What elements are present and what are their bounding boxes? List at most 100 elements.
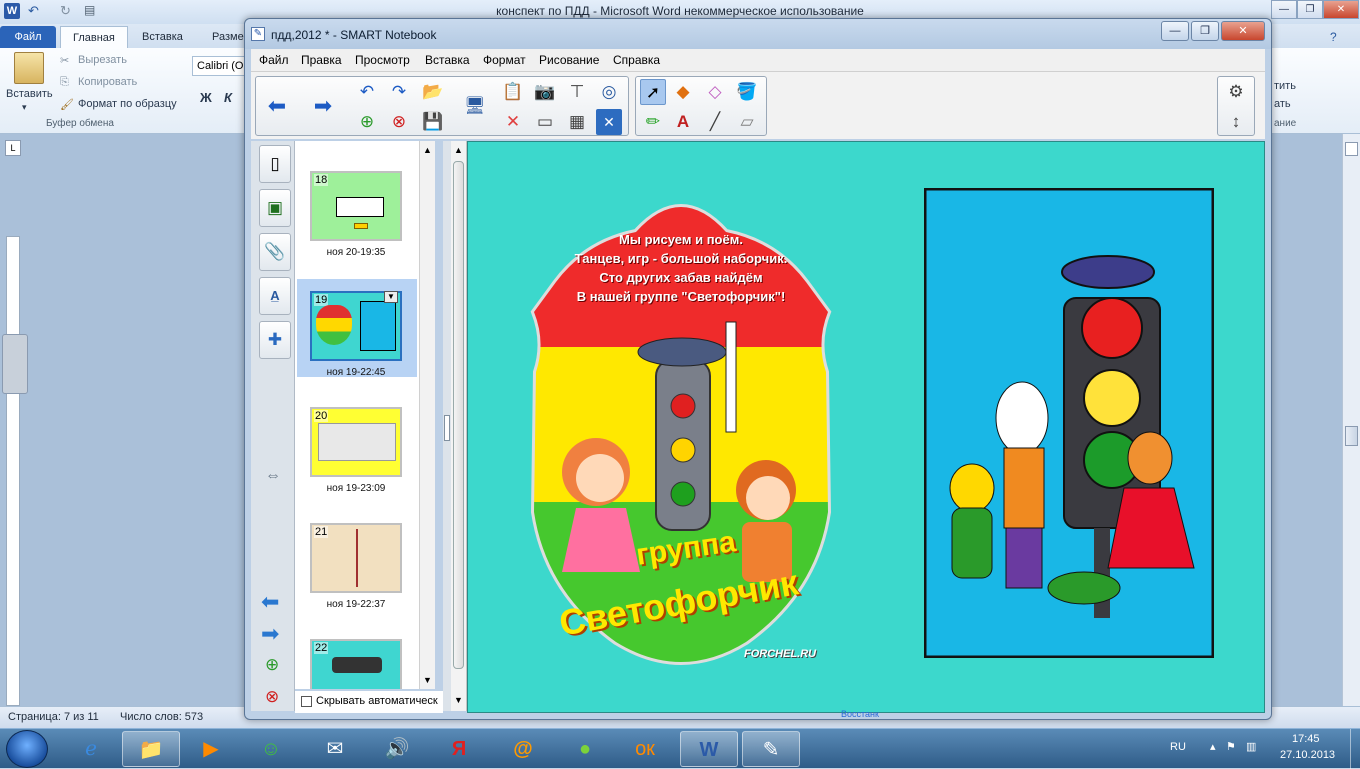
word-icon[interactable]: W bbox=[680, 731, 738, 767]
menu-format[interactable]: Формат bbox=[483, 53, 526, 67]
copy-icon[interactable]: ⎘ bbox=[60, 76, 69, 89]
tray-arrow-icon[interactable]: ▴ bbox=[1210, 740, 1216, 753]
slide-menu-arrow-icon[interactable]: ▼ bbox=[384, 291, 398, 303]
explorer-icon[interactable]: 📁 bbox=[122, 731, 180, 767]
gallery-tab-icon[interactable]: ▣ bbox=[259, 189, 291, 227]
smart-app-icon[interactable]: ✎ bbox=[251, 27, 265, 41]
word-close-button[interactable]: ✕ bbox=[1323, 0, 1359, 19]
ie-icon[interactable]: ℯ bbox=[62, 731, 120, 767]
font-name-combo[interactable]: Calibri (О bbox=[192, 56, 248, 76]
word-minimize-button[interactable]: — bbox=[1271, 0, 1297, 19]
add-page-icon[interactable]: ⊕ bbox=[354, 109, 380, 135]
display-screen-icon[interactable]: 🖥 bbox=[462, 93, 488, 119]
select-tool-icon[interactable]: ➚ bbox=[640, 79, 666, 105]
start-button[interactable] bbox=[6, 730, 48, 768]
pane-splitter[interactable] bbox=[443, 141, 451, 711]
traffic-light-characters-image[interactable] bbox=[924, 188, 1214, 658]
slide-thumbnail[interactable]: 22 bbox=[310, 639, 402, 689]
clock-time[interactable]: 17:45 bbox=[1292, 733, 1320, 745]
word-maximize-button[interactable]: ❐ bbox=[1297, 0, 1323, 19]
slide-thumbnail-selected[interactable]: 19 ▼ bbox=[310, 291, 402, 361]
network-icon[interactable]: ▥ bbox=[1246, 740, 1256, 753]
word-vertical-scrollbar[interactable] bbox=[1342, 134, 1360, 706]
move-toolbar-icon[interactable]: ↕ bbox=[1223, 109, 1249, 135]
ok-icon[interactable]: ок bbox=[616, 731, 674, 767]
menu-insert[interactable]: Вставка bbox=[425, 53, 470, 67]
smart-maximize-button[interactable]: ❐ bbox=[1191, 21, 1219, 41]
slide-thumbnail[interactable]: 18 bbox=[310, 171, 402, 241]
view-ruler-icon[interactable] bbox=[1345, 142, 1358, 156]
properties-tab-icon[interactable]: A̲ bbox=[259, 277, 291, 315]
format-painter-button[interactable]: Формат по образцу bbox=[78, 98, 177, 110]
tab-selector[interactable]: L bbox=[5, 140, 21, 156]
notebook-canvas[interactable]: Мы рисуем и поём. Танцев, игр - большой … bbox=[467, 141, 1265, 713]
slide-thumbnail[interactable]: 20 bbox=[310, 407, 402, 477]
paste-button[interactable]: Вставить bbox=[6, 88, 53, 100]
table-icon[interactable]: ▦ bbox=[564, 109, 590, 135]
paste-icon-smart[interactable]: 📋 bbox=[500, 79, 526, 105]
mail-icon[interactable]: ✉ bbox=[306, 731, 364, 767]
canvas-scroll-down-icon[interactable]: ▼ bbox=[454, 695, 463, 705]
sorter-scrollbar[interactable]: ▲ ▼ bbox=[419, 141, 435, 689]
shade-icon[interactable]: ▭ bbox=[532, 109, 558, 135]
smart-close-button[interactable]: ✕ bbox=[1221, 21, 1265, 41]
status-page[interactable]: Страница: 7 из 11 bbox=[8, 711, 99, 723]
doc-camera-icon[interactable]: ◎ bbox=[596, 79, 622, 105]
language-indicator[interactable]: RU bbox=[1170, 741, 1186, 753]
word-scroll-thumb[interactable] bbox=[1345, 426, 1358, 446]
autohide-option[interactable]: Скрывать автоматическ bbox=[295, 691, 443, 713]
line-tool-icon[interactable]: ╱ bbox=[702, 109, 728, 135]
ruler-handle[interactable] bbox=[2, 334, 28, 394]
settings-gear-icon[interactable]: ⚙ bbox=[1223, 79, 1249, 105]
flag-icon[interactable]: ⚑ bbox=[1226, 740, 1236, 753]
fill-tool-icon[interactable]: 🪣 bbox=[734, 79, 760, 105]
canvas-scroll-thumb[interactable] bbox=[453, 161, 464, 669]
menu-view[interactable]: Просмотр bbox=[355, 53, 410, 67]
status-words[interactable]: Число слов: 573 bbox=[120, 711, 203, 723]
slide-thumbnail[interactable]: 21 bbox=[310, 523, 402, 593]
media-player-icon[interactable]: ▶ bbox=[182, 731, 240, 767]
attachments-tab-icon[interactable]: 📎 bbox=[259, 233, 291, 271]
delete-page-icon[interactable]: ⊗ bbox=[386, 109, 412, 135]
splitter-grip[interactable] bbox=[444, 415, 450, 441]
copy-button[interactable]: Копировать bbox=[78, 76, 137, 88]
close-pane-icon[interactable]: ✕ bbox=[596, 109, 622, 135]
sidebar-delete-page-icon[interactable]: ⊗ bbox=[265, 687, 279, 707]
clear-icon[interactable]: ✕ bbox=[500, 109, 526, 135]
previous-page-icon[interactable]: ⬅ bbox=[264, 93, 290, 119]
scroll-up-icon[interactable]: ▲ bbox=[423, 145, 432, 155]
yandex-icon[interactable]: Я bbox=[430, 731, 488, 767]
next-page-icon[interactable]: ➡ bbox=[310, 93, 336, 119]
eraser-icon[interactable]: ▱ bbox=[734, 109, 760, 135]
sidebar-prev-icon[interactable]: ⬅ bbox=[261, 589, 279, 615]
screen-shade-icon[interactable]: ⊤ bbox=[564, 79, 590, 105]
smart-minimize-button[interactable]: — bbox=[1161, 21, 1189, 41]
eraser-tool-icon[interactable]: ◇ bbox=[702, 79, 728, 105]
undo-icon-smart[interactable]: ↶ bbox=[354, 79, 380, 105]
resize-pane-icon[interactable]: ⇔ bbox=[265, 467, 281, 485]
addons-tab-icon[interactable]: ✚ bbox=[259, 321, 291, 359]
clock-date[interactable]: 27.10.2013 bbox=[1280, 749, 1335, 761]
sidebar-next-icon[interactable]: ➡ bbox=[261, 621, 279, 647]
sidebar-add-page-icon[interactable]: ⊕ bbox=[265, 655, 279, 675]
odnoklassniki-icon[interactable]: ● bbox=[556, 731, 614, 767]
menu-file[interactable]: Файл bbox=[259, 53, 289, 67]
paste-icon[interactable] bbox=[14, 52, 44, 84]
menu-edit[interactable]: Правка bbox=[301, 53, 342, 67]
smart-notebook-icon[interactable]: ✎ bbox=[742, 731, 800, 767]
tab-file[interactable]: Файл bbox=[0, 26, 56, 48]
messenger-icon[interactable]: ☺ bbox=[242, 731, 300, 767]
show-desktop-button[interactable] bbox=[1350, 729, 1360, 769]
screen-capture-icon[interactable]: 📷 bbox=[532, 79, 558, 105]
scroll-down-icon[interactable]: ▼ bbox=[423, 675, 432, 685]
tab-insert[interactable]: Вставка bbox=[130, 26, 195, 48]
paste-dropdown-icon[interactable]: ▾ bbox=[22, 102, 27, 113]
save-icon[interactable]: 💾 bbox=[420, 109, 446, 135]
canvas-scrollbar[interactable]: ▲ ▼ bbox=[451, 141, 467, 711]
menu-draw[interactable]: Рисование bbox=[539, 53, 599, 67]
bold-button[interactable]: Ж bbox=[200, 90, 212, 105]
help-icon[interactable]: ? bbox=[1330, 30, 1337, 44]
menu-help[interactable]: Справка bbox=[613, 53, 660, 67]
volume-icon[interactable]: 🔊 bbox=[368, 731, 426, 767]
text-tool-icon[interactable]: A bbox=[670, 109, 696, 135]
